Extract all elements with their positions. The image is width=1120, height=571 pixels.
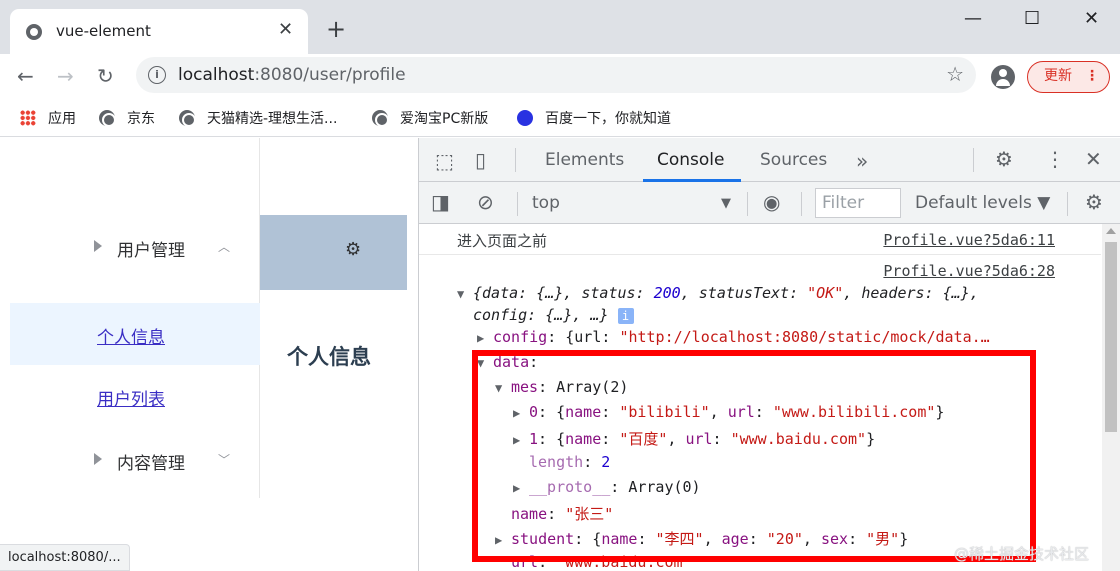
info-icon: i: [617, 307, 634, 324]
maximize-icon[interactable]: ☐: [1024, 8, 1040, 29]
source-link[interactable]: Profile.vue?5da6:28: [883, 262, 1055, 280]
scrollbar-thumb[interactable]: [1105, 242, 1117, 432]
console-settings-gear-icon[interactable]: ⚙: [1085, 190, 1103, 214]
menu-label: 用户管理: [117, 241, 185, 261]
highlight-annotation-box: [472, 350, 1036, 562]
browser-toolbar: ← → ↻ i localhost:8080/user/profile ☆ 更新…: [0, 54, 1120, 100]
apps-grid-icon: [20, 110, 36, 126]
reload-icon[interactable]: ↻: [97, 64, 114, 88]
clear-console-icon[interactable]: ⊘: [477, 190, 494, 214]
menu-user-management[interactable]: 用户管理 ︿: [10, 218, 260, 278]
context-select[interactable]: top: [532, 193, 560, 213]
device-toolbar-icon[interactable]: ▯: [475, 148, 486, 172]
triangle-right-icon: ▶: [477, 331, 485, 345]
minimize-icon[interactable]: —: [964, 8, 982, 29]
page-title: 个人信息: [287, 345, 371, 369]
divider: [1067, 192, 1068, 216]
browser-tab[interactable]: vue-element ✕: [10, 9, 308, 54]
menu-item-user-list[interactable]: 用户列表: [10, 365, 260, 427]
globe-icon: [372, 110, 389, 127]
more-vert-icon: ⋮: [1085, 68, 1099, 84]
bookmark-tmall[interactable]: 天猫精选-理想生活...: [179, 108, 337, 128]
menu-item-label[interactable]: 个人信息: [97, 323, 165, 348]
divider: [515, 148, 516, 172]
forward-arrow-icon[interactable]: →: [57, 64, 74, 88]
globe-icon: [179, 110, 196, 127]
source-link[interactable]: Profile.vue?5da6:11: [883, 231, 1055, 249]
chevron-up-icon: ︿: [218, 240, 231, 254]
console-message: 进入页面之前 Profile.vue?5da6:11: [419, 224, 1101, 255]
filter-input[interactable]: Filter: [815, 188, 901, 218]
link-status-bar: localhost:8080/...: [0, 544, 130, 571]
sidebar-menu: 用户管理 ︿ 个人信息 用户列表 内容管理 ﹀: [10, 138, 260, 498]
triangle-down-icon: ▼: [457, 287, 465, 301]
caret-right-icon: [94, 453, 102, 465]
site-info-icon[interactable]: i: [148, 66, 166, 84]
url-text[interactable]: localhost:8080/user/profile: [178, 65, 406, 85]
bookmark-baidu[interactable]: 百度一下，你就知道: [517, 108, 671, 128]
watermark: @稀土掘金技术社区: [954, 545, 1090, 563]
menu-content-management[interactable]: 内容管理 ﹀: [10, 431, 260, 491]
log-levels-dropdown[interactable]: Default levels ▼: [915, 193, 1050, 213]
divider: [973, 148, 974, 172]
profile-avatar-icon[interactable]: [991, 65, 1015, 89]
divider: [747, 192, 748, 216]
more-vert-icon[interactable]: ⋮: [1045, 147, 1065, 171]
close-tab-icon[interactable]: ✕: [278, 19, 293, 40]
console-toolbar: ◨ ⊘ top ▼ ◉ Filter Default levels ▼ ⚙: [419, 182, 1120, 224]
live-expression-eye-icon[interactable]: ◉: [763, 190, 780, 214]
close-window-icon[interactable]: ✕: [1084, 8, 1099, 29]
divider: [801, 192, 802, 216]
response-object-summary[interactable]: ▼ {data: {…}, status: 200, statusText: "O…: [457, 284, 979, 302]
tab-sources[interactable]: Sources: [760, 150, 827, 170]
bookmark-aitaobao[interactable]: 爱淘宝PC新版: [372, 108, 488, 128]
menu-label: 内容管理: [117, 454, 185, 474]
divider: [517, 192, 518, 216]
settings-gear-icon[interactable]: ⚙: [995, 147, 1013, 171]
log-text: 进入页面之前: [457, 232, 548, 250]
page-header: ⚙: [260, 215, 407, 290]
globe-icon: [99, 110, 116, 127]
back-arrow-icon[interactable]: ←: [17, 64, 34, 88]
bookmark-star-icon[interactable]: ☆: [946, 62, 964, 86]
caret-right-icon: [94, 240, 102, 252]
chevron-down-icon: ﹀: [218, 453, 231, 467]
bookmark-apps[interactable]: 应用: [20, 108, 76, 128]
sidebar-toggle-icon[interactable]: ◨: [431, 190, 450, 214]
menu-item-label[interactable]: 用户列表: [97, 385, 165, 410]
dropdown-arrow-icon[interactable]: ▼: [721, 196, 731, 211]
address-bar[interactable]: i localhost:8080/user/profile ☆: [136, 57, 976, 93]
tab-title: vue-element: [56, 22, 151, 40]
console-scrollbar[interactable]: [1102, 224, 1120, 571]
tree-row-config[interactable]: ▶ config: {url: "http://localhost:8080/st…: [477, 328, 990, 346]
tab-console[interactable]: Console: [657, 150, 725, 170]
response-object-summary-cont: config: {…}, …} i: [473, 306, 634, 324]
scroll-up-arrow-icon[interactable]: [1106, 228, 1116, 234]
devtools-tab-bar: ⬚ ▯ Elements Console Sources » ⚙ ⋮ ✕: [419, 138, 1120, 182]
close-devtools-icon[interactable]: ✕: [1085, 147, 1102, 171]
baidu-paw-icon: [517, 110, 533, 126]
inspect-element-icon[interactable]: ⬚: [435, 149, 454, 173]
new-tab-button[interactable]: +: [326, 17, 346, 41]
tab-strip: vue-element ✕ + — ☐ ✕: [0, 0, 1120, 54]
globe-icon: [26, 24, 42, 40]
page-viewport: 用户管理 ︿ 个人信息 用户列表 内容管理 ﹀ ⚙ 个人信息 localhost…: [0, 138, 418, 571]
more-tabs-icon[interactable]: »: [856, 149, 868, 173]
tab-elements[interactable]: Elements: [545, 150, 624, 170]
menu-item-profile[interactable]: 个人信息: [10, 303, 260, 365]
bookmarks-bar: 应用 京东 天猫精选-理想生活... 爱淘宝PC新版 百度一下，你就知道: [0, 100, 1120, 137]
gear-icon[interactable]: ⚙: [345, 239, 361, 260]
update-button[interactable]: 更新 ⋮: [1027, 61, 1110, 93]
update-label: 更新: [1044, 68, 1072, 84]
bookmark-jd[interactable]: 京东: [99, 108, 155, 128]
